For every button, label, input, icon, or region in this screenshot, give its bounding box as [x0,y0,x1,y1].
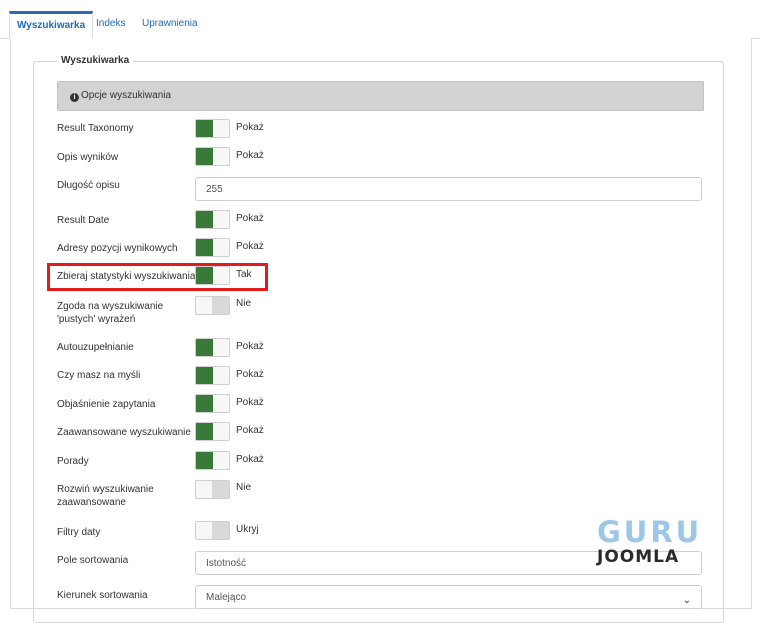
info-text: Opcje wyszukiwania [81,90,172,101]
adresy-label: Adresy pozycji wynikowych [57,243,178,254]
rozwin-value: Nie [236,482,252,493]
tab-bar: Wyszukiwarka Indeks Uprawnienia [0,0,760,39]
dlugosc-opisu-input[interactable]: 255 [195,177,702,201]
kierunek-sortowania-select[interactable]: Malejąco ⌄ [195,585,702,609]
result-date-value: Pokaż [236,213,264,224]
zgoda-label-line2: 'pustych' wyrażeń [57,314,136,325]
czy-masz-label: Czy masz na myśli [57,370,141,381]
result-taxonomy-toggle[interactable] [195,119,230,138]
porady-value: Pokaż [236,454,264,465]
zaawansowane-value: Pokaż [236,425,264,436]
autouzupelnianie-label: Autouzupełnianie [57,342,134,353]
search-options-info: i Opcje wyszukiwania [57,81,704,111]
result-taxonomy-label: Result Taxonomy [57,123,134,134]
autouzupelnianie-toggle[interactable] [195,338,230,357]
adresy-toggle[interactable] [195,238,230,257]
zaawansowane-toggle[interactable] [195,422,230,441]
opis-wynikow-value: Pokaż [236,150,264,161]
rozwin-label-line2: zaawansowane [57,497,126,508]
filtry-daty-toggle[interactable] [195,521,230,540]
result-date-toggle[interactable] [195,210,230,229]
logo-line1: GURU [597,515,703,549]
objasnienie-toggle[interactable] [195,394,230,413]
adresy-value: Pokaż [236,241,264,252]
result-date-label: Result Date [57,215,110,226]
kierunek-sortowania-value: Malejąco [206,592,247,603]
info-icon: i [70,93,79,102]
porady-toggle[interactable] [195,451,230,470]
kierunek-sortowania-label: Kierunek sortowania [57,590,148,601]
czy-masz-toggle[interactable] [195,366,230,385]
opis-wynikow-label: Opis wyników [57,152,119,163]
zgoda-label-line1: Zgoda na wyszukiwanie [57,301,164,312]
filtry-daty-value: Ukryj [236,524,259,535]
tab-uprawnienia[interactable]: Uprawnienia [135,11,205,38]
czy-masz-value: Pokaż [236,369,264,380]
zgoda-value: Nie [236,298,252,309]
chevron-down-icon: ⌄ [682,595,691,606]
autouzupelnianie-value: Pokaż [236,341,264,352]
logo-line2: JOOMLA [597,547,680,567]
rozwin-toggle[interactable] [195,480,230,499]
statystyki-value: Tak [236,269,252,280]
fieldset-legend: Wyszukiwarka [57,55,134,66]
objasnienie-label: Objaśnienie zapytania [57,399,156,410]
tab-indeks[interactable]: Indeks [89,11,132,38]
result-taxonomy-value: Pokaż [236,122,264,133]
zgoda-toggle[interactable] [195,296,230,315]
porady-label: Porady [57,456,89,467]
dlugosc-opisu-label: Długość opisu [57,180,120,191]
tab-wyszukiwarka[interactable]: Wyszukiwarka [9,11,94,39]
statystyki-toggle[interactable] [195,266,230,285]
pole-sortowania-label: Pole sortowania [57,555,129,566]
guru-joomla-logo: GURU JOOMLA [597,515,703,568]
zaawansowane-label: Zaawansowane wyszukiwanie [57,427,191,438]
objasnienie-value: Pokaż [236,397,264,408]
filtry-daty-label: Filtry daty [57,527,101,538]
pole-sortowania-value: Istotność [206,558,247,569]
rozwin-label-line1: Rozwiń wyszukiwanie [57,484,154,495]
opis-wynikow-toggle[interactable] [195,147,230,166]
statystyki-label: Zbieraj statystyki wyszukiwania [57,271,196,282]
